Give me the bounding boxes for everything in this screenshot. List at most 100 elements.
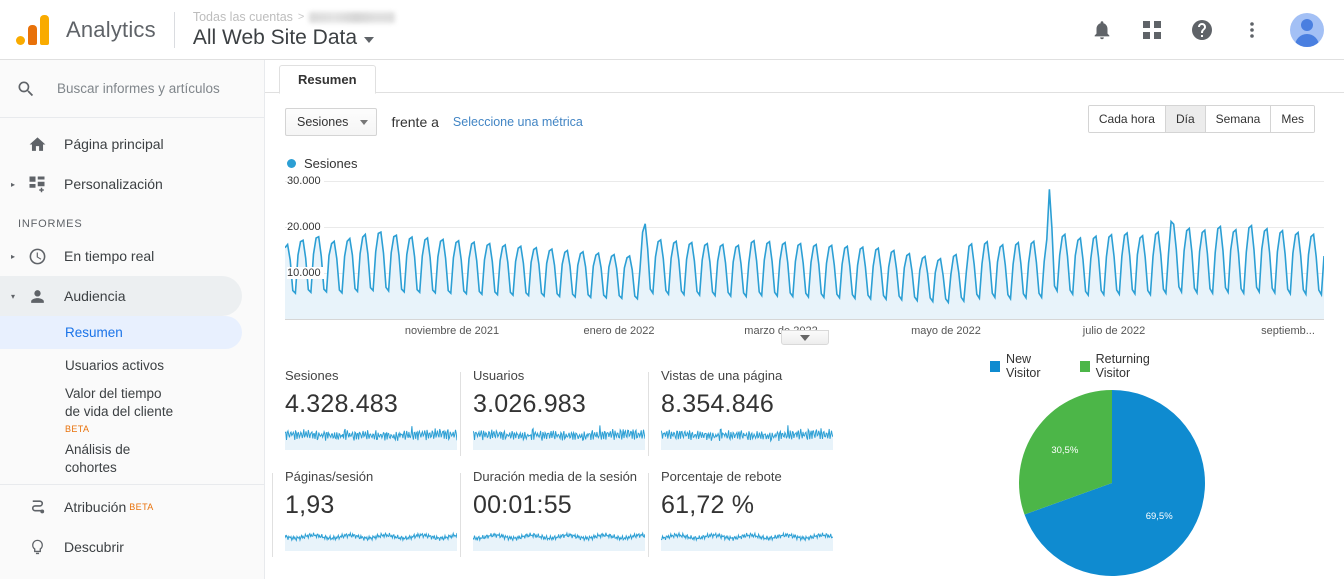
view-selector[interactable]: All Web Site Data	[193, 26, 396, 50]
bell-icon[interactable]	[1090, 18, 1114, 42]
metric-select-value: Sesiones	[297, 115, 348, 129]
google-analytics-logo[interactable]	[10, 15, 54, 45]
sidebar-item-label: Audiencia	[64, 288, 126, 304]
chart-legend: Sesiones	[285, 151, 1324, 175]
x-tick-label: julio de 2022	[1083, 325, 1145, 337]
search-input[interactable]	[44, 80, 234, 97]
legend-color-swatch	[1080, 361, 1090, 372]
breadcrumb-all-accounts[interactable]: Todas las cuentas	[193, 10, 293, 24]
sidebar-item-label: Atribución	[64, 499, 126, 515]
sidebar-search[interactable]	[0, 60, 264, 118]
beta-badge: BETA	[129, 502, 153, 512]
clock-icon	[24, 247, 50, 266]
app-title: Analytics	[66, 17, 156, 43]
legend-label: Sesiones	[304, 156, 357, 171]
svg-text:30,5%: 30,5%	[1051, 445, 1078, 456]
customization-icon	[24, 175, 50, 193]
sidebar-subitem-label: Usuarios activos	[65, 358, 164, 373]
metric-value: 00:01:55	[473, 491, 645, 520]
granularity-cada-hora[interactable]: Cada hora	[1089, 106, 1166, 132]
granularity-mes[interactable]: Mes	[1271, 106, 1314, 132]
collapse-chart-button[interactable]	[781, 330, 829, 345]
sidebar-item-resumen[interactable]: Resumen	[0, 316, 242, 349]
metric-card-porcentaje-rebote[interactable]: Porcentaje de rebote 61,72 %	[661, 469, 849, 564]
sidebar-subitem-label-line2: cohortes	[65, 460, 117, 475]
sparkline	[661, 525, 833, 551]
sidebar-subitem-label-line1: Análisis de	[65, 442, 130, 457]
chevron-right-icon: ▸	[4, 252, 22, 261]
metric-select[interactable]: Sesiones	[285, 108, 377, 136]
breadcrumb-account-name-redacted[interactable]	[309, 12, 395, 23]
sidebar-item-personalizacion[interactable]: ▸ Personalización	[0, 164, 242, 204]
metric-value: 3.026.983	[473, 390, 645, 419]
metric-title: Duración media de la sesión	[473, 469, 645, 484]
x-tick-label: noviembre de 2021	[405, 325, 499, 337]
sidebar-subitem-label: Resumen	[65, 325, 123, 340]
metric-card-sesiones[interactable]: Sesiones 4.328.483	[285, 368, 473, 463]
help-circle-icon[interactable]	[1190, 18, 1214, 42]
metric-card-duracion-media[interactable]: Duración media de la sesión 00:01:55	[473, 469, 661, 564]
tab-label: Resumen	[298, 72, 357, 87]
chevron-down-icon	[360, 120, 368, 125]
sidebar-item-en-tiempo-real[interactable]: ▸ En tiempo real	[0, 236, 242, 276]
sidebar-subitem-label-line1: Valor del tiempo	[65, 386, 162, 401]
sidebar: Página principal ▸ Personalización INFOR…	[0, 60, 265, 579]
sidebar-nav: Página principal ▸ Personalización INFOR…	[0, 118, 264, 579]
sidebar-item-analisis-cohortes[interactable]: Análisis de cohortes	[0, 438, 264, 477]
breadcrumb-separator: >	[298, 11, 304, 23]
legend-color-swatch	[287, 159, 296, 168]
sidebar-item-administrar[interactable]: Administrar	[0, 567, 242, 579]
legend-color-swatch	[990, 361, 1000, 372]
metric-card-vistas-pagina[interactable]: Vistas de una página 8.354.846	[661, 368, 849, 463]
pie-chart[interactable]: 69,5% 30,5%	[1002, 388, 1222, 578]
granularity-dia[interactable]: Día	[1166, 106, 1206, 132]
chevron-right-icon: ▸	[4, 180, 22, 189]
sidebar-item-usuarios-activos[interactable]: Usuarios activos	[0, 349, 242, 382]
sessions-line-series	[285, 181, 1324, 319]
sparkline	[661, 424, 833, 450]
chart-plot-area[interactable]: 30.000 20.000 10.000	[285, 181, 1324, 319]
main-content: Resumen Sesiones frente a Seleccione una…	[265, 60, 1344, 579]
sidebar-item-valor-tiempo-vida-cliente[interactable]: Valor del tiempo de vida del cliente BET…	[0, 382, 264, 438]
metric-card-usuarios[interactable]: Usuarios 3.026.983	[473, 368, 661, 463]
tab-bar: Resumen	[265, 60, 1344, 93]
chart-x-axis: noviembre de 2021 enero de 2022 marzo de…	[285, 319, 1324, 343]
new-vs-returning-pie: New Visitor Returning Visitor 69,5% 30,5%	[980, 352, 1180, 578]
select-metric-link[interactable]: Seleccione una métrica	[453, 115, 583, 129]
logo-bar-tall	[40, 15, 49, 45]
pie-legend-label: Returning Visitor	[1096, 352, 1180, 380]
granularity-semana[interactable]: Semana	[1206, 106, 1272, 132]
sparkline	[285, 525, 457, 551]
sidebar-item-audiencia[interactable]: ▾ Audiencia	[0, 276, 242, 316]
chevron-down-icon	[364, 37, 374, 43]
svg-text:69,5%: 69,5%	[1146, 511, 1173, 522]
pie-legend-new-visitor[interactable]: New Visitor	[990, 352, 1064, 380]
beta-badge: BETA	[65, 420, 264, 438]
metric-title: Páginas/sesión	[285, 469, 457, 484]
x-tick-label: mayo de 2022	[911, 325, 981, 337]
metric-card-paginas-sesion[interactable]: Páginas/sesión 1,93	[285, 469, 473, 564]
pie-legend-label: New Visitor	[1006, 352, 1064, 380]
tab-resumen[interactable]: Resumen	[279, 65, 376, 94]
sparkline	[285, 424, 457, 450]
metric-title: Vistas de una página	[661, 368, 833, 383]
metric-title: Usuarios	[473, 368, 645, 383]
more-vertical-icon[interactable]	[1240, 18, 1264, 42]
granularity-group: Cada hora Día Semana Mes	[1088, 105, 1315, 133]
x-tick-label: septiemb...	[1261, 325, 1315, 337]
y-tick-label: 10.000	[287, 267, 324, 279]
sidebar-item-descubrir[interactable]: Descubrir	[0, 527, 242, 567]
sidebar-item-pagina-principal[interactable]: Página principal	[0, 124, 242, 164]
x-tick-label: enero de 2022	[584, 325, 655, 337]
lightbulb-icon	[24, 538, 50, 557]
metric-value: 1,93	[285, 491, 457, 520]
attribution-icon	[24, 498, 50, 517]
pie-legend-returning-visitor[interactable]: Returning Visitor	[1080, 352, 1180, 380]
person-icon	[24, 287, 50, 306]
user-avatar[interactable]	[1290, 13, 1324, 47]
versus-label: frente a	[391, 114, 438, 130]
sidebar-item-atribucion[interactable]: Atribución BETA	[0, 487, 242, 527]
sidebar-section-label: INFORMES	[0, 204, 264, 236]
metric-value: 4.328.483	[285, 390, 457, 419]
grid-apps-icon[interactable]	[1140, 18, 1164, 42]
